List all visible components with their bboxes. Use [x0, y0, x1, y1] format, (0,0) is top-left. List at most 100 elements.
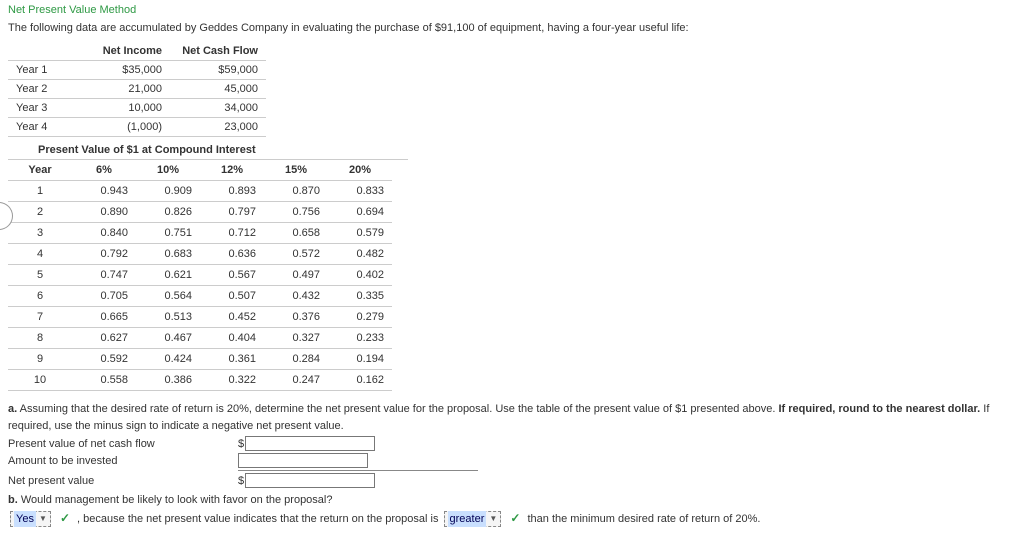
- check-icon: ✓: [60, 511, 70, 525]
- intro-text: The following data are accumulated by Ge…: [8, 22, 1016, 34]
- pv-cell: 6: [8, 286, 72, 307]
- pv-cell: 0.452: [200, 307, 264, 328]
- pv-cell: 0.636: [200, 244, 264, 265]
- ncf-cell: 45,000: [170, 80, 266, 99]
- pv-h4: 15%: [264, 160, 328, 181]
- table-row: 10.9430.9090.8930.8700.833: [8, 181, 392, 202]
- pv-cell: 0.572: [264, 244, 328, 265]
- table-row: Year 4 (1,000) 23,000: [8, 118, 266, 137]
- table-row: 40.7920.6830.6360.5720.482: [8, 244, 392, 265]
- ni-cell: $35,000: [74, 61, 170, 80]
- pv-cell: 5: [8, 265, 72, 286]
- table-row: 100.5580.3860.3220.2470.162: [8, 370, 392, 391]
- year-cell: Year 2: [8, 80, 74, 99]
- pv-caption: Present Value of $1 at Compound Interest: [8, 141, 408, 160]
- year-cell: Year 3: [8, 99, 74, 118]
- pv-h0: Year: [8, 160, 72, 181]
- label-npv: Net present value: [8, 475, 238, 487]
- table-row: 30.8400.7510.7120.6580.579: [8, 223, 392, 244]
- pv-cell: 0.705: [72, 286, 136, 307]
- pv-cell: 0.233: [328, 328, 392, 349]
- pv-cell: 0.658: [264, 223, 328, 244]
- pv-cell: 0.386: [136, 370, 200, 391]
- pv-cell: 0.579: [328, 223, 392, 244]
- pv-cell: 0.404: [200, 328, 264, 349]
- pv-cell: 0.402: [328, 265, 392, 286]
- pv-cell: 0.756: [264, 202, 328, 223]
- pv-table: Year 6% 10% 12% 15% 20% 10.9430.9090.893…: [8, 160, 392, 391]
- pv-cell: 10: [8, 370, 72, 391]
- dropdown-greater-less[interactable]: greater ▼: [444, 511, 502, 527]
- pv-cell: 0.424: [136, 349, 200, 370]
- dropdown-yes-no[interactable]: Yes ▼: [10, 511, 51, 527]
- pv-cell: 3: [8, 223, 72, 244]
- pv-cell: 0.890: [72, 202, 136, 223]
- pv-cell: 0.335: [328, 286, 392, 307]
- pv-cell: 0.322: [200, 370, 264, 391]
- divider: [238, 470, 478, 471]
- pv-cell: 0.513: [136, 307, 200, 328]
- input-pv-ncf[interactable]: [245, 436, 375, 451]
- pv-cell: 0.751: [136, 223, 200, 244]
- table-row: 60.7050.5640.5070.4320.335: [8, 286, 392, 307]
- table-row: 20.8900.8260.7970.7560.694: [8, 202, 392, 223]
- pv-cell: 0.376: [264, 307, 328, 328]
- input-npv[interactable]: [245, 473, 375, 488]
- table-row: 70.6650.5130.4520.3760.279: [8, 307, 392, 328]
- dropdown-value: Yes: [14, 511, 36, 528]
- col-net-income: Net Income: [74, 42, 170, 61]
- col-blank: [8, 42, 74, 61]
- pv-cell: 0.507: [200, 286, 264, 307]
- pv-cell: 0.694: [328, 202, 392, 223]
- pv-cell: 0.327: [264, 328, 328, 349]
- year-cell: Year 1: [8, 61, 74, 80]
- table-row: Year 1 $35,000 $59,000: [8, 61, 266, 80]
- pv-h2: 10%: [136, 160, 200, 181]
- ncf-cell: 34,000: [170, 99, 266, 118]
- input-amount-invested[interactable]: [238, 453, 368, 468]
- b-mid-text: , because the net present value indicate…: [74, 513, 442, 525]
- pv-cell: 0.870: [264, 181, 328, 202]
- page-title: Net Present Value Method: [8, 4, 1016, 16]
- chevron-down-icon: ▼: [39, 513, 47, 525]
- pv-cell: 0.279: [328, 307, 392, 328]
- table-row: 90.5920.4240.3610.2840.194: [8, 349, 392, 370]
- pv-cell: 0.683: [136, 244, 200, 265]
- table-row: Year 2 21,000 45,000: [8, 80, 266, 99]
- dollar-sign: $: [238, 475, 244, 487]
- pv-cell: 0.833: [328, 181, 392, 202]
- q-b-prefix: b.: [8, 494, 18, 506]
- pv-cell: 4: [8, 244, 72, 265]
- pv-cell: 0.361: [200, 349, 264, 370]
- pv-h1: 6%: [72, 160, 136, 181]
- dollar-sign: $: [238, 438, 244, 450]
- cashflow-table: Net Income Net Cash Flow Year 1 $35,000 …: [8, 42, 266, 137]
- chevron-down-icon: ▼: [489, 513, 497, 525]
- col-net-cash-flow: Net Cash Flow: [170, 42, 266, 61]
- pv-cell: 0.432: [264, 286, 328, 307]
- q-a-bold: If required, round to the nearest dollar…: [779, 403, 981, 415]
- pv-cell: 0.893: [200, 181, 264, 202]
- pv-cell: 0.627: [72, 328, 136, 349]
- ncf-cell: 23,000: [170, 118, 266, 137]
- pv-cell: 7: [8, 307, 72, 328]
- pv-cell: 0.482: [328, 244, 392, 265]
- dropdown-value: greater: [448, 511, 487, 528]
- pv-cell: 0.592: [72, 349, 136, 370]
- pv-h5: 20%: [328, 160, 392, 181]
- ni-cell: 10,000: [74, 99, 170, 118]
- pv-cell: 8: [8, 328, 72, 349]
- ncf-cell: $59,000: [170, 61, 266, 80]
- check-icon: ✓: [510, 511, 520, 525]
- pv-cell: 2: [8, 202, 72, 223]
- pv-cell: 0.567: [200, 265, 264, 286]
- pv-cell: 0.284: [264, 349, 328, 370]
- question-b: b. Would management be likely to look wi…: [8, 492, 1016, 509]
- ni-cell: 21,000: [74, 80, 170, 99]
- label-amount-invested: Amount to be invested: [8, 455, 238, 467]
- table-header-row: Year 6% 10% 12% 15% 20%: [8, 160, 392, 181]
- question-a: a. Assuming that the desired rate of ret…: [8, 401, 1016, 434]
- label-pv-ncf: Present value of net cash flow: [8, 438, 238, 450]
- table-row: Year 3 10,000 34,000: [8, 99, 266, 118]
- b-tail-text: than the minimum desired rate of return …: [524, 513, 760, 525]
